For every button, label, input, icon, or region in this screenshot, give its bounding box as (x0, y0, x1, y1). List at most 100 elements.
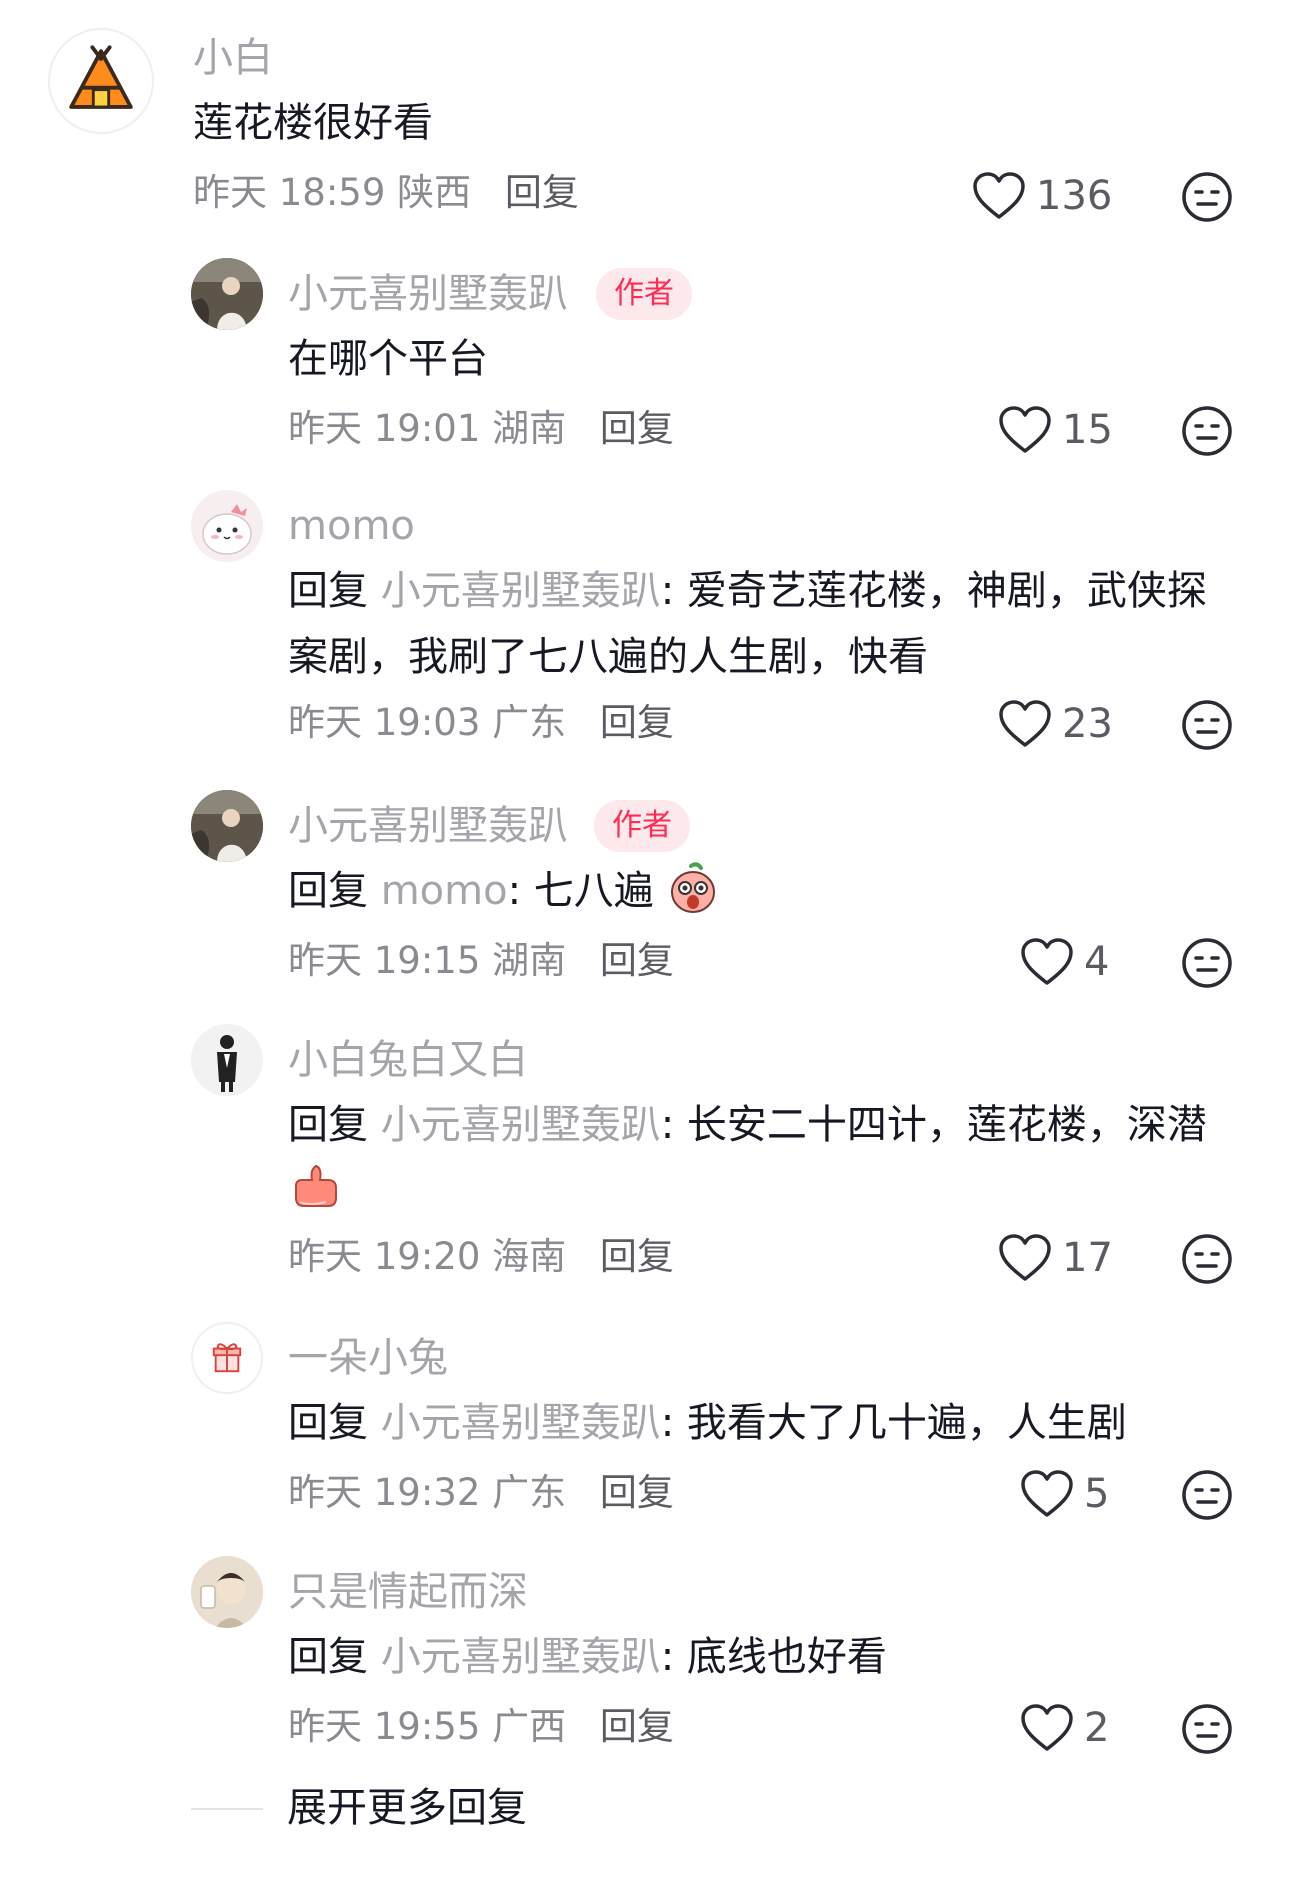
username[interactable]: 小元喜别墅轰趴 (288, 268, 568, 320)
timestamp: 昨天 19:15 (288, 939, 481, 982)
top-comment: 小白 莲花楼很好看 昨天 18:59 陕西 回复 136 (0, 0, 1290, 222)
comment-text-continued (288, 1158, 340, 1224)
reply-button[interactable]: 回复 (505, 171, 579, 214)
timestamp: 昨天 18:59 (193, 171, 386, 214)
like-button[interactable]: 23 (998, 698, 1113, 750)
like-count: 23 (1062, 701, 1113, 747)
tent-icon (69, 45, 133, 109)
username[interactable]: 一朵小兔 (288, 1332, 448, 1384)
reply-button[interactable]: 回复 (600, 1705, 674, 1748)
reply-comment: 只是情起而深 回复 小元喜别墅轰趴: 底线也好看 昨天 19:55 广西 回复 … (0, 1556, 1290, 1756)
location: 湖南 (492, 407, 567, 450)
reply-button[interactable]: 回复 (600, 1471, 674, 1514)
dislike-button[interactable] (1180, 170, 1234, 224)
dislike-button[interactable] (1180, 1702, 1234, 1756)
like-button[interactable]: 4 (1020, 936, 1109, 988)
avatar[interactable] (48, 28, 154, 134)
thumbs-up-emoji (295, 1164, 337, 1207)
like-count: 15 (1062, 407, 1113, 453)
dislike-button[interactable] (1180, 936, 1234, 990)
comment-thread: 小白 莲花楼很好看 昨天 18:59 陕西 回复 136 小元喜别墅轰趴 作者 … (0, 0, 1290, 1881)
comment-meta: 昨天 19:20 海南 回复 (288, 1232, 674, 1282)
neutral-face-icon (1182, 172, 1232, 222)
like-button[interactable]: 2 (1020, 1702, 1109, 1754)
comment-text: 莲花楼很好看 (193, 100, 433, 146)
comment-body: : 我看大了几十遍，人生剧 (660, 1400, 1127, 1446)
avatar[interactable] (191, 258, 263, 330)
username[interactable]: momo (288, 500, 415, 552)
reply-prefix: 回复 (288, 1634, 368, 1680)
reply-target-username[interactable]: 小元喜别墅轰趴 (381, 1400, 661, 1446)
dislike-button[interactable] (1180, 698, 1234, 752)
comment-meta: 昨天 19:03 广东 回复 (288, 698, 674, 748)
avatar[interactable] (191, 790, 263, 862)
username[interactable]: 只是情起而深 (288, 1566, 528, 1618)
username[interactable]: 小元喜别墅轰趴 (288, 800, 568, 852)
reply-target-username[interactable]: 小元喜别墅轰趴 (381, 1634, 661, 1680)
comment-text: 回复 momo: 七八遍 (288, 858, 719, 924)
avatar[interactable] (191, 490, 263, 562)
expand-more-label[interactable]: 展开更多回复 (287, 1780, 527, 1836)
username[interactable]: 小白 (193, 32, 273, 84)
comment-text: 在哪个平台 (288, 336, 488, 382)
heart-outline-icon (1021, 1470, 1073, 1517)
location: 陕西 (397, 171, 472, 214)
timestamp: 昨天 19:20 (288, 1235, 481, 1278)
neutral-face-icon (1182, 406, 1232, 456)
location: 广东 (492, 1471, 567, 1514)
comment-body: : 长安二十四计，莲花楼，深潜 (660, 1102, 1207, 1148)
gift-icon (193, 1324, 261, 1392)
reply-comment: 小白兔白又白 回复 小元喜别墅轰趴: 长安二十四计，莲花楼，深潜 昨天 19:2… (0, 1024, 1290, 1284)
author-badge: 作者 (594, 800, 690, 852)
avatar[interactable] (191, 1024, 263, 1096)
like-count: 136 (1036, 173, 1113, 219)
avatar[interactable] (191, 1556, 263, 1628)
comment-text-continued: 案剧，我刷了七八遍的人生剧，快看 (288, 634, 928, 680)
location: 湖南 (492, 939, 567, 982)
location: 广东 (492, 701, 567, 744)
comment-meta: 昨天 19:01 湖南 回复 (288, 404, 674, 454)
reply-prefix: 回复 (288, 1102, 368, 1148)
reply-button[interactable]: 回复 (600, 1235, 674, 1278)
location: 广西 (492, 1705, 567, 1748)
shocked-face-emoji (670, 862, 715, 913)
timestamp: 昨天 19:32 (288, 1471, 481, 1514)
username[interactable]: 小白兔白又白 (288, 1034, 528, 1086)
like-button[interactable]: 17 (998, 1232, 1113, 1284)
author-badge: 作者 (596, 268, 692, 320)
reply-button[interactable]: 回复 (600, 939, 674, 982)
cartoon-avatar-icon (191, 490, 263, 562)
reply-prefix: 回复 (288, 568, 368, 614)
neutral-face-icon (1182, 1234, 1232, 1284)
neutral-face-icon (1182, 1704, 1232, 1754)
reply-target-username[interactable]: 小元喜别墅轰趴 (381, 1102, 661, 1148)
reply-target-username[interactable]: momo (381, 868, 508, 914)
like-count: 17 (1062, 1235, 1113, 1281)
comment-meta: 昨天 19:55 广西 回复 (288, 1702, 674, 1752)
like-button[interactable]: 5 (1020, 1468, 1109, 1520)
heart-outline-icon (999, 406, 1051, 453)
neutral-face-icon (1182, 1470, 1232, 1520)
dislike-button[interactable] (1180, 1468, 1234, 1522)
comment-meta: 昨天 19:32 广东 回复 (288, 1468, 674, 1518)
reply-prefix: 回复 (288, 1400, 368, 1446)
like-count: 2 (1084, 1705, 1110, 1751)
reply-button[interactable]: 回复 (600, 701, 674, 744)
comment-text: 回复 小元喜别墅轰趴: 爱奇艺莲花楼，神剧，武侠探 (288, 558, 1207, 624)
heart-outline-icon (999, 700, 1051, 747)
like-button[interactable]: 15 (998, 404, 1113, 456)
dislike-button[interactable] (1180, 1232, 1234, 1286)
avatar[interactable] (191, 1322, 263, 1394)
comment-text: 回复 小元喜别墅轰趴: 长安二十四计，莲花楼，深潜 (288, 1092, 1207, 1158)
reply-comment: 一朵小兔 回复 小元喜别墅轰趴: 我看大了几十遍，人生剧 昨天 19:32 广东… (0, 1322, 1290, 1522)
heart-outline-icon (973, 172, 1025, 219)
heart-outline-icon (1021, 1704, 1073, 1751)
like-button[interactable]: 136 (972, 170, 1112, 222)
like-count: 4 (1084, 939, 1110, 985)
avatar-photo-icon (191, 258, 263, 330)
neutral-face-icon (1182, 938, 1232, 988)
dislike-button[interactable] (1180, 404, 1234, 458)
reply-target-username[interactable]: 小元喜别墅轰趴 (381, 568, 661, 614)
like-count: 5 (1084, 1471, 1110, 1517)
reply-button[interactable]: 回复 (600, 407, 674, 450)
